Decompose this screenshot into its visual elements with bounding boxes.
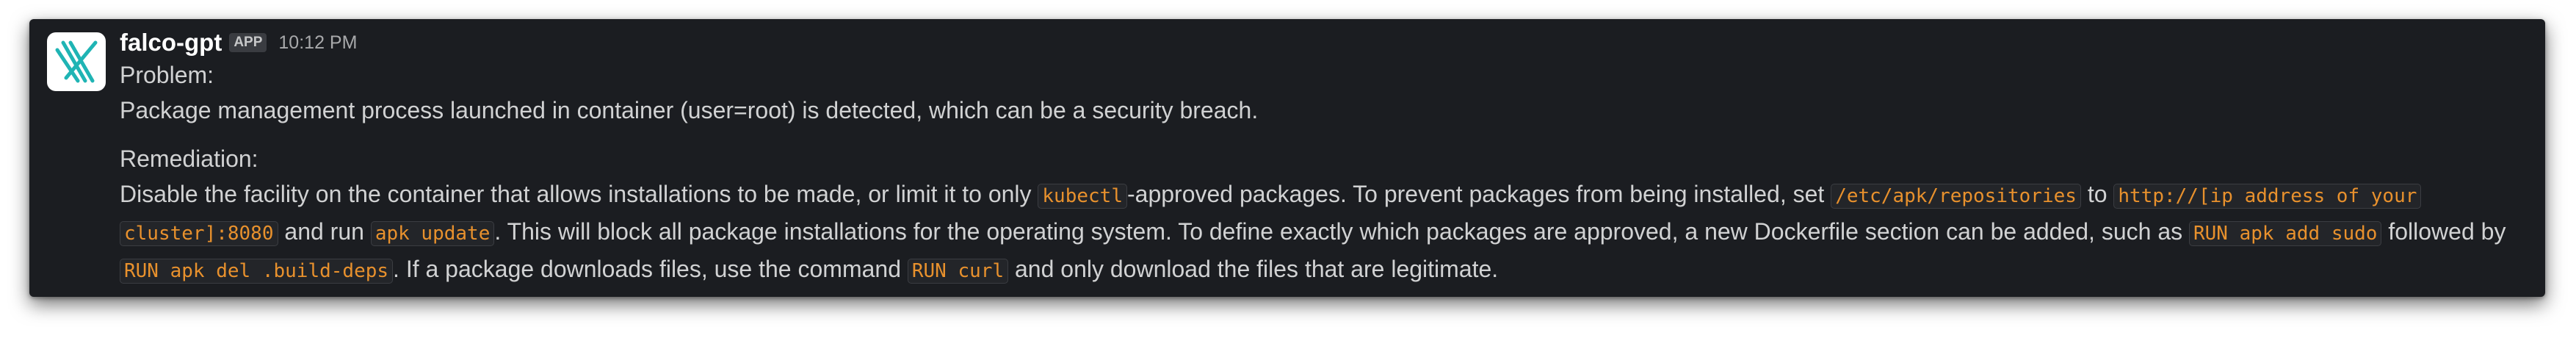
remediation-text: and only download the files that are leg…: [1008, 256, 1499, 282]
message-header: falco-gpt APP 10:12 PM: [120, 28, 2536, 57]
message-window: falco-gpt APP 10:12 PM Problem: Package …: [29, 19, 2545, 297]
remediation-text: . This will block all package installati…: [494, 218, 2189, 245]
remediation-line-3: RUN apk del .build-deps. If a package do…: [120, 251, 2536, 289]
remediation-text: and run: [278, 218, 371, 245]
falco-logo-icon: [55, 40, 98, 83]
message-content: falco-gpt APP 10:12 PM Problem: Package …: [120, 26, 2536, 289]
remediation-text: . If a package downloads files, use the …: [393, 256, 908, 282]
app-badge: APP: [229, 33, 267, 52]
inline-code: RUN curl: [907, 259, 1009, 284]
remediation-line-1: Disable the facility on the container th…: [120, 176, 2536, 214]
falco-avatar-icon[interactable]: [47, 32, 106, 91]
remediation-line-2: cluster]:8080 and run apk update. This w…: [120, 214, 2536, 251]
remediation-text: -approved packages. To prevent packages …: [1126, 181, 1831, 207]
sender-name[interactable]: falco-gpt: [120, 29, 222, 57]
remediation-text: Disable the facility on the container th…: [120, 181, 1038, 207]
remediation-text: to: [2080, 181, 2114, 207]
remediation-text: followed by: [2381, 218, 2506, 245]
remediation-label: Remediation:: [120, 145, 258, 172]
problem-text: Package management process launched in c…: [120, 97, 1259, 123]
inline-code: RUN apk add sudo: [2189, 221, 2382, 246]
inline-code: kubectl: [1038, 184, 1127, 209]
inline-code: /etc/apk/repositories: [1831, 184, 2081, 209]
problem-label: Problem:: [120, 62, 214, 88]
inline-code: cluster]:8080: [120, 221, 278, 246]
timestamp[interactable]: 10:12 PM: [278, 32, 357, 54]
inline-code: RUN apk del .build-deps: [120, 259, 394, 284]
inline-code: http://[ip address of your: [2113, 184, 2422, 209]
inline-code: apk update: [370, 221, 495, 246]
